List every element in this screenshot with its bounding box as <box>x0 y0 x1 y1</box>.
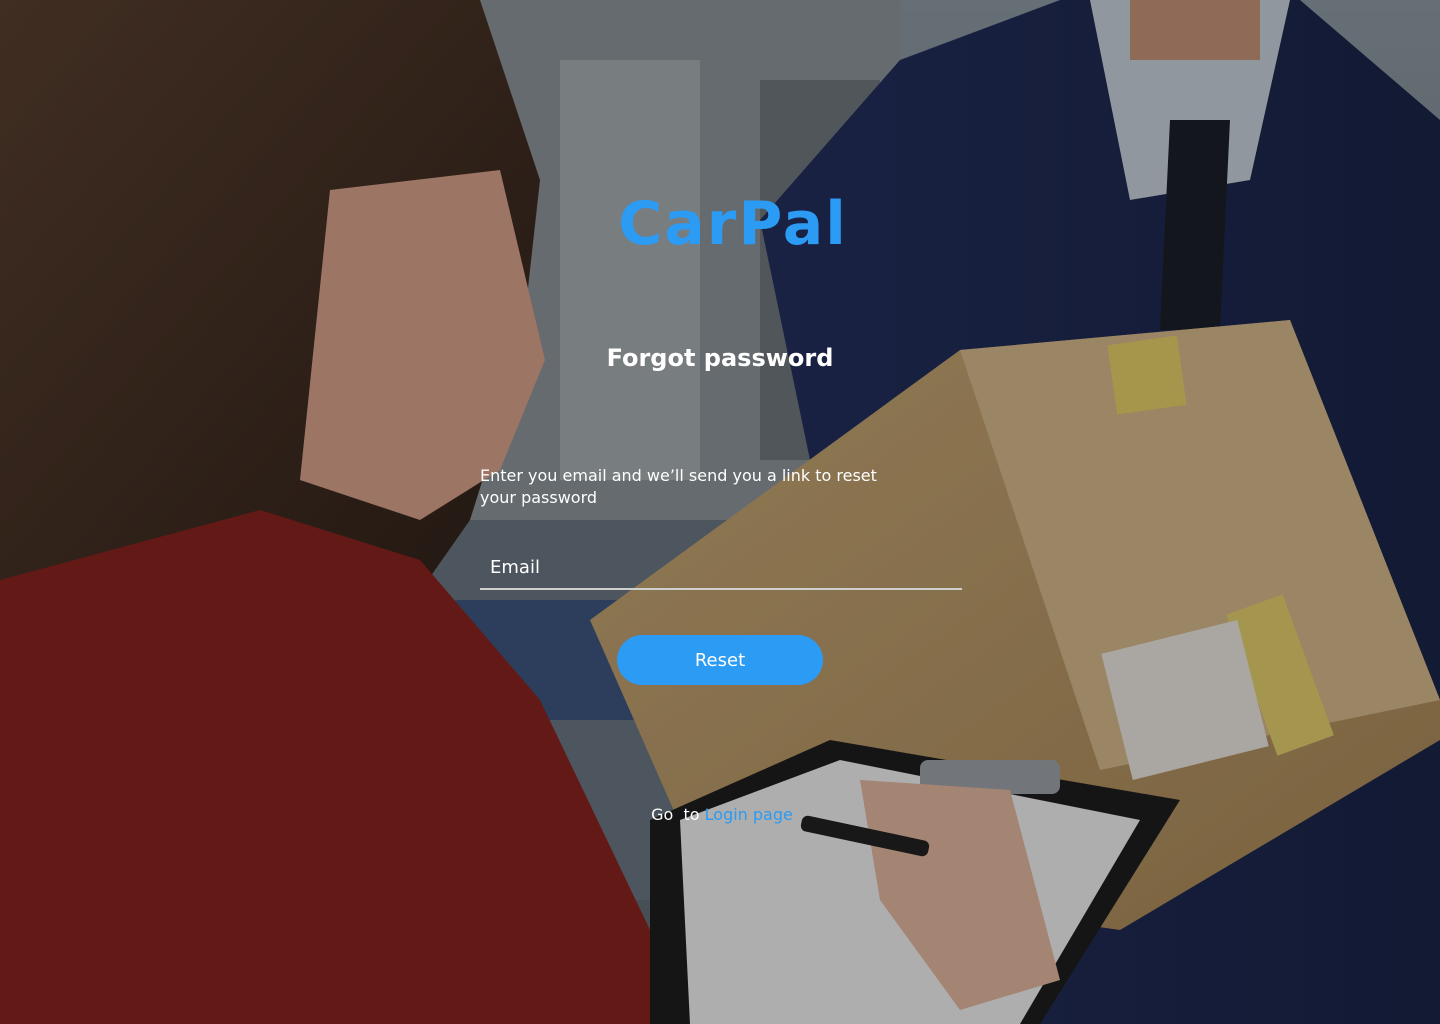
page-title: Forgot password <box>606 344 834 372</box>
login-page-link[interactable]: Login page <box>705 805 793 824</box>
forgot-password-page: CarPal Forgot password Enter you email a… <box>0 0 1440 1024</box>
email-field[interactable] <box>480 550 962 590</box>
reset-button[interactable]: Reset <box>617 635 823 685</box>
login-link-row: Go to Login page <box>2 803 1440 827</box>
instructions-text: Enter you email and we’ll send you a lin… <box>480 466 877 507</box>
dark-overlay <box>0 0 1440 1024</box>
brand-logo: CarPal <box>618 189 848 259</box>
login-link-prefix: Go to <box>651 805 705 824</box>
